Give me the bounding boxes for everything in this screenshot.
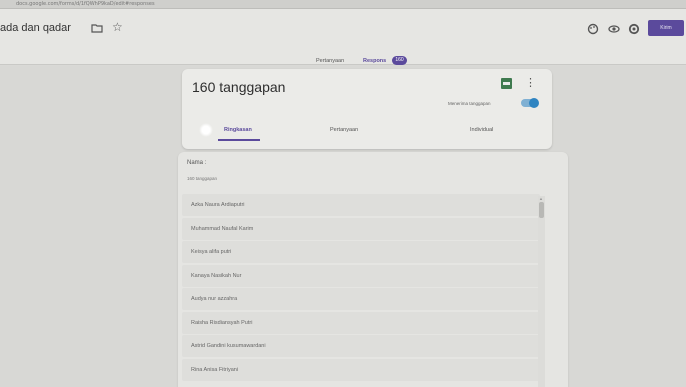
subtab-summary[interactable]: Ringkasan <box>224 127 252 133</box>
sheets-icon[interactable] <box>501 78 512 89</box>
tab-questions[interactable]: Pertanyaan <box>316 58 344 64</box>
list-item: Muhammad Naufal Karim <box>182 217 540 240</box>
list-item: Raisha Risdiansyah Putri <box>182 311 540 334</box>
answer-list: Azka Naura Ardiaputri Muhammad Naufal Ka… <box>182 194 540 382</box>
eye-icon[interactable] <box>608 23 620 35</box>
star-icon[interactable]: ☆ <box>112 21 123 33</box>
toggle-knob <box>529 98 539 108</box>
accept-responses-toggle[interactable] <box>521 98 539 108</box>
folder-icon[interactable] <box>91 23 103 33</box>
accept-responses-label: Menerima tanggapan <box>448 101 491 106</box>
document-title[interactable]: ada dan qadar <box>0 22 71 34</box>
more-vert-icon[interactable]: ⋮ <box>525 76 536 89</box>
question-response-count: 160 tanggapan <box>187 176 218 181</box>
send-button[interactable]: Kirim <box>648 20 684 36</box>
scroll-up-icon[interactable]: ▲ <box>539 196 543 201</box>
screen-glare <box>199 123 213 137</box>
response-count-badge: 160 <box>392 56 407 65</box>
list-item: Rina Anisa Fitriyani <box>182 358 540 381</box>
settings-icon[interactable] <box>628 23 640 35</box>
subtab-active-indicator <box>218 139 260 141</box>
name-question-card: Nama : 160 tanggapan Azka Naura Ardiaput… <box>178 152 568 387</box>
list-item: Kanaya Nasikah Nur <box>182 264 540 287</box>
list-item: Astrid Gandini kusumawardani <box>182 335 540 357</box>
url-text[interactable]: docs.google.com/forms/d/1fQWhP9kaD/edit#… <box>16 1 155 7</box>
scrollbar-thumb[interactable] <box>539 202 544 218</box>
palette-icon[interactable] <box>587 23 599 35</box>
tab-responses[interactable]: Respons <box>363 58 386 64</box>
list-item: Keisya alifa putri <box>182 241 540 263</box>
subtab-individual[interactable]: Individual <box>470 127 493 133</box>
answer-list-scrollbar[interactable]: ▲ <box>538 196 545 387</box>
app-header: ada dan qadar ☆ Kirim Pertanyaan Respons… <box>0 9 686 70</box>
list-item: Audya nur azzahra <box>182 288 540 310</box>
browser-address-bar[interactable]: docs.google.com/forms/d/1fQWhP9kaD/edit#… <box>0 0 686 9</box>
responses-summary-card: 160 tanggapan ⋮ Menerima tanggapan Ringk… <box>182 69 552 149</box>
response-count-title: 160 tanggapan <box>192 79 286 95</box>
list-item: Azka Naura Ardiaputri <box>182 194 540 216</box>
subtab-question[interactable]: Pertanyaan <box>330 127 358 133</box>
question-title: Nama : <box>187 160 207 166</box>
